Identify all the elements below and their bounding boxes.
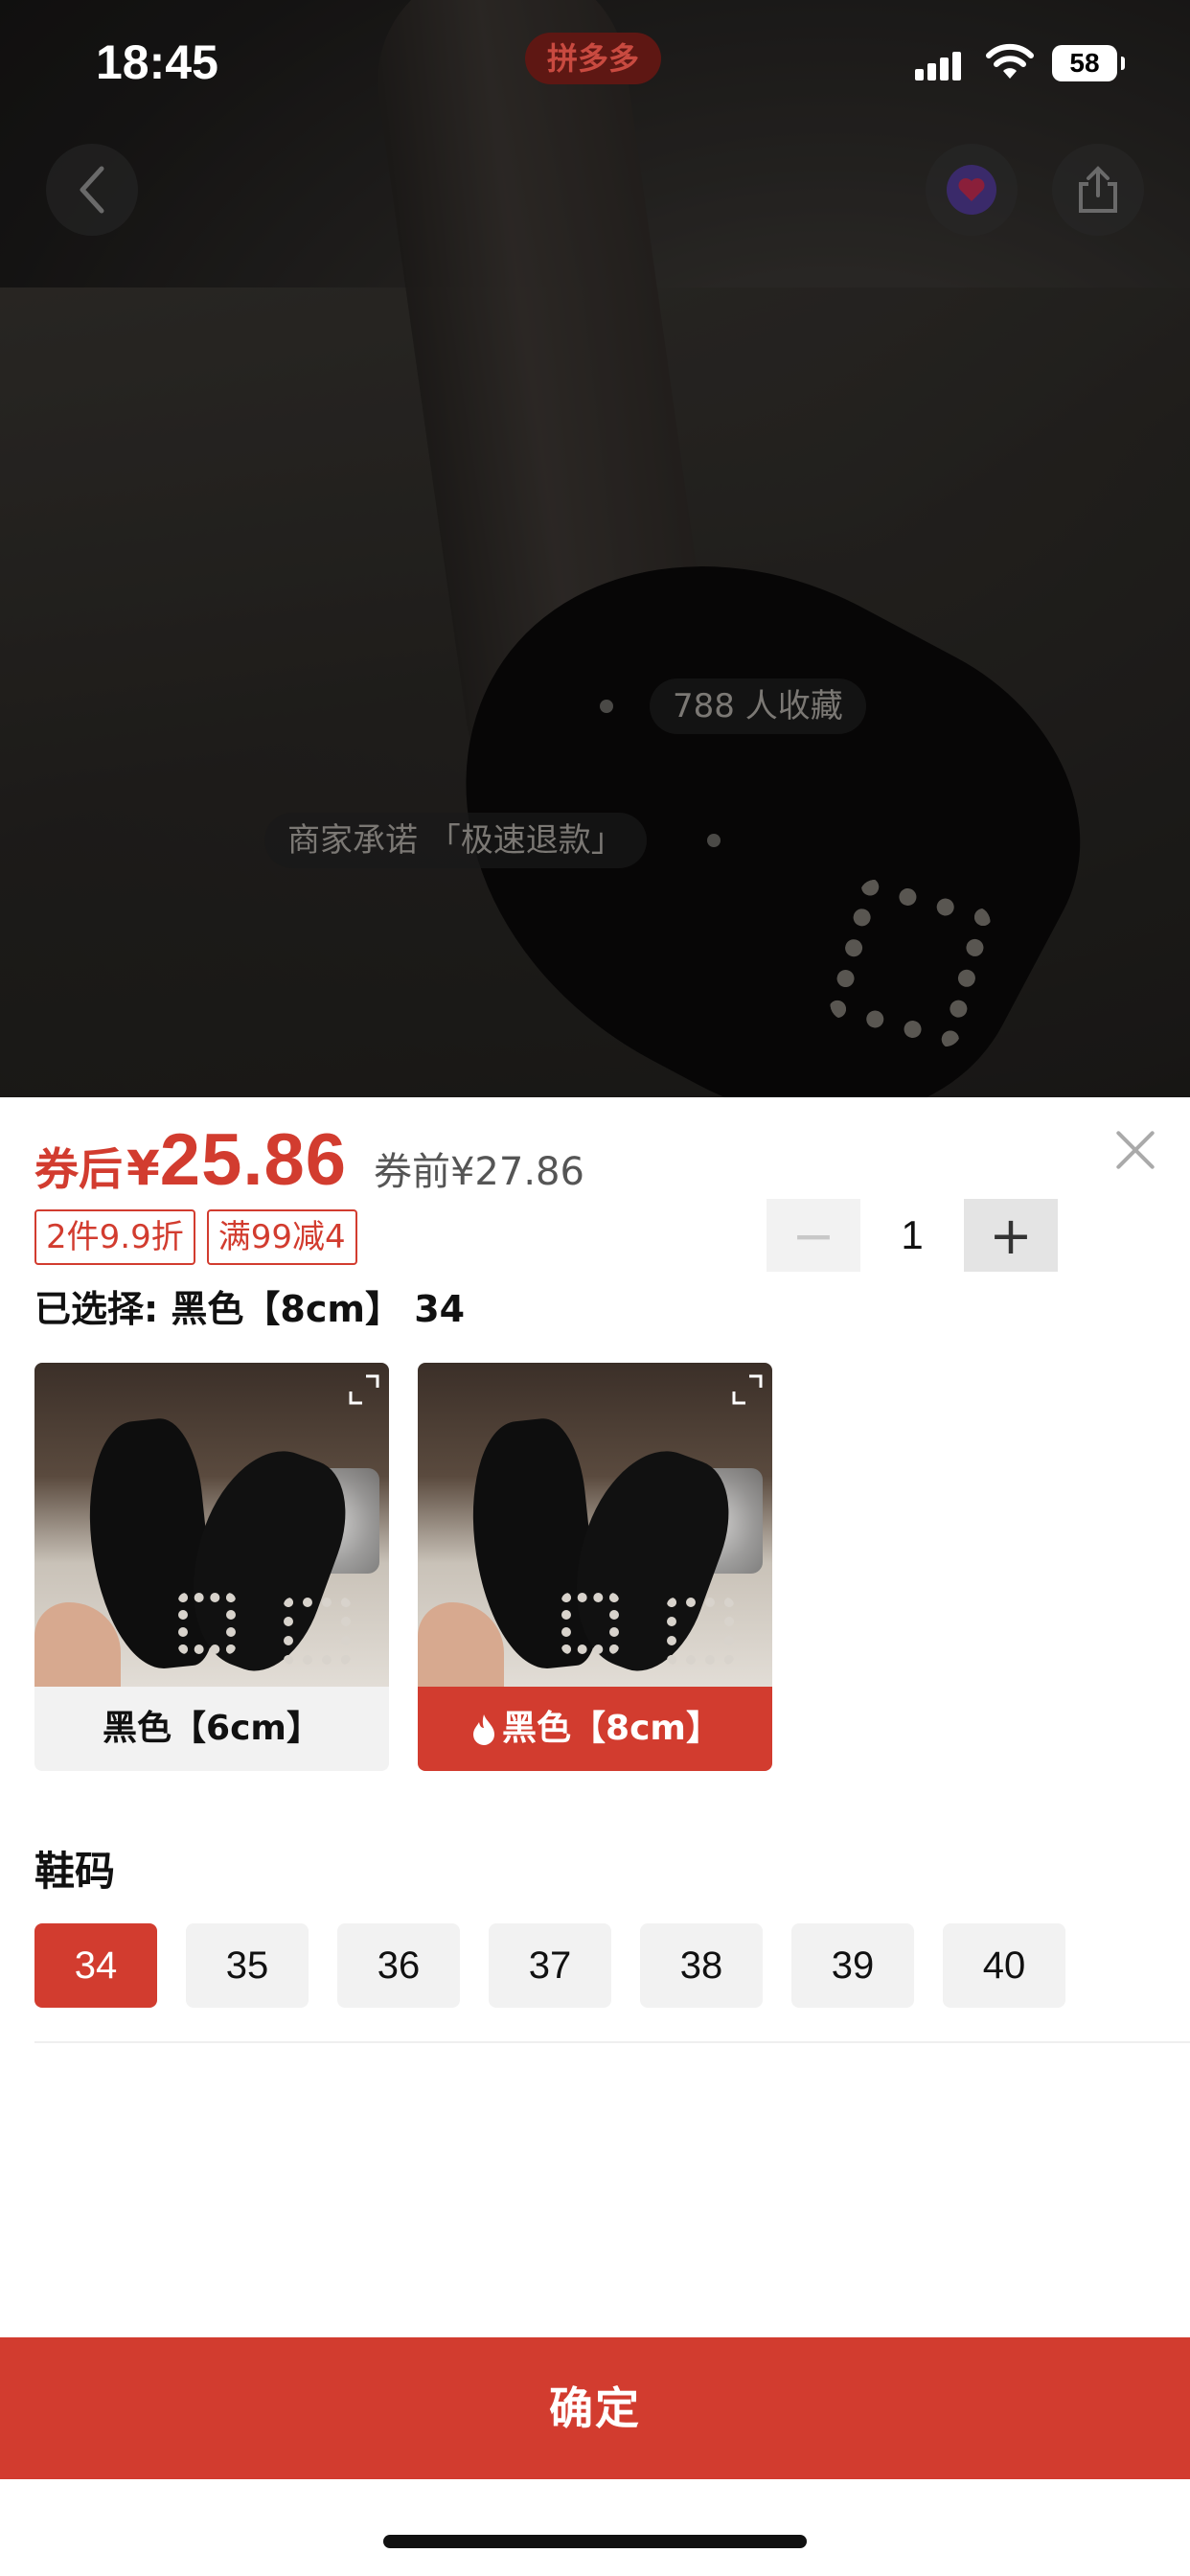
price-row: 券后 ¥ 25.86 券前¥27.86 — [34, 1118, 584, 1205]
flame-icon — [473, 1714, 495, 1745]
status-time: 18:45 — [96, 35, 218, 89]
wifi-icon — [985, 42, 1035, 80]
promo-tag: 满99减4 — [206, 1209, 357, 1265]
section-divider — [34, 2041, 1190, 2043]
size-option[interactable]: 35 — [186, 1923, 309, 2008]
variant-thumbnail — [34, 1363, 389, 1687]
variant-option-selected[interactable]: 黑色【8cm】 — [418, 1363, 772, 1771]
sheet-overlay[interactable] — [0, 0, 1190, 1097]
app-badge: 拼多多 — [525, 33, 661, 84]
hotspot-dot — [600, 700, 613, 713]
promo-tag: 2件9.9折 — [34, 1209, 195, 1265]
status-bar: 18:45 拼多多 58 — [0, 0, 1190, 125]
cellular-signal-icon — [915, 52, 963, 80]
confirm-button[interactable]: 确定 — [0, 2337, 1190, 2479]
size-option-list: 34 35 36 37 38 39 40 — [34, 1923, 1065, 2008]
color-variant-list: 黑色【6cm】 黑色【8cm】 — [34, 1363, 772, 1771]
size-option[interactable]: 38 — [640, 1923, 763, 2008]
size-option-selected[interactable]: 34 — [34, 1923, 157, 2008]
favorite-icon — [947, 165, 996, 215]
quantity-stepper: − 1 + — [767, 1199, 1058, 1272]
sku-selector-sheet: 券后 ¥ 25.86 券前¥27.86 2件9.9折 满99减4 − 1 + 已… — [0, 1097, 1190, 2576]
size-option[interactable]: 39 — [791, 1923, 914, 2008]
size-option[interactable]: 37 — [489, 1923, 611, 2008]
price-after-coupon-label: 券后 — [34, 1143, 123, 1195]
favorite-button[interactable] — [926, 144, 1018, 236]
favorites-count-pill: 788 人收藏 — [650, 678, 866, 734]
expand-icon[interactable] — [730, 1372, 765, 1407]
home-indicator — [383, 2535, 807, 2548]
back-icon — [80, 166, 104, 214]
increase-quantity-button[interactable]: + — [964, 1199, 1058, 1272]
share-button[interactable] — [1052, 144, 1144, 236]
variant-thumbnail — [418, 1363, 772, 1687]
size-option[interactable]: 36 — [337, 1923, 460, 2008]
quantity-value[interactable]: 1 — [860, 1212, 964, 1258]
variant-label: 黑色【8cm】 — [502, 1709, 721, 1748]
currency-symbol: ¥ — [126, 1140, 160, 1196]
decrease-quantity-button[interactable]: − — [767, 1199, 860, 1272]
variant-label: 黑色【6cm】 — [103, 1709, 321, 1748]
variant-option[interactable]: 黑色【6cm】 — [34, 1363, 389, 1771]
share-icon — [1079, 166, 1117, 213]
size-section-title: 鞋码 — [34, 1848, 116, 1895]
hotspot-dot — [707, 834, 721, 847]
size-option[interactable]: 40 — [943, 1923, 1065, 2008]
close-icon[interactable] — [1113, 1128, 1157, 1172]
variant-label-wrap: 黑色【8cm】 — [418, 1687, 772, 1771]
product-hero-image — [0, 0, 1190, 1097]
battery-icon: 58 — [1052, 45, 1125, 81]
price-after-coupon: 25.86 — [159, 1119, 347, 1201]
price-before-coupon: 券前¥27.86 — [373, 1150, 584, 1194]
selected-summary: 已选择: 黑色【8cm】 34 — [34, 1288, 466, 1330]
back-button[interactable] — [46, 144, 138, 236]
promo-tags: 2件9.9折 满99减4 — [34, 1209, 357, 1265]
merchant-promise-pill: 商家承诺 「极速退款」 — [264, 813, 647, 868]
expand-icon[interactable] — [347, 1372, 381, 1407]
